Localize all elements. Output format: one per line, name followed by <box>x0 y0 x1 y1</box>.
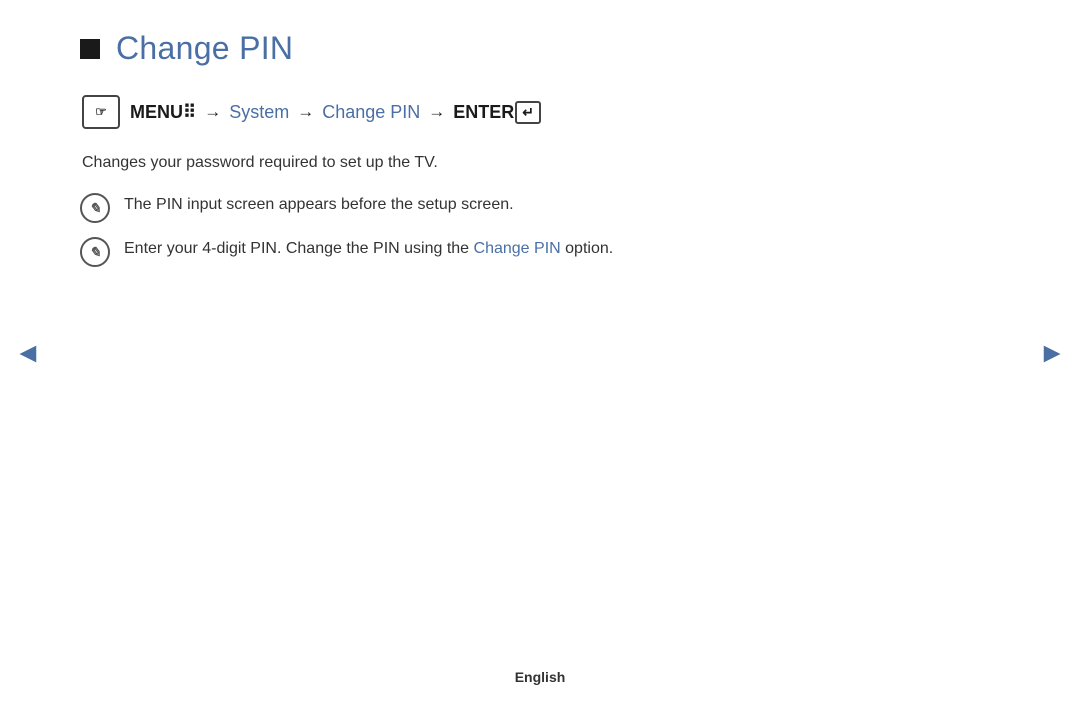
note-2-after: option. <box>561 240 613 257</box>
note-icon-2: ✎ <box>80 237 110 267</box>
note-text-1: The PIN input screen appears before the … <box>124 193 514 217</box>
note-row-1: ✎ The PIN input screen appears before th… <box>80 193 1000 223</box>
change-pin-nav-label: Change PIN <box>322 102 420 123</box>
system-label: System <box>229 102 289 123</box>
arrow-3: → <box>428 102 445 122</box>
enter-icon: ↵ <box>515 101 541 124</box>
page-title: Change PIN <box>116 30 293 67</box>
next-button[interactable]: ► <box>1038 337 1066 369</box>
nav-row: ☞ MENU ⠿ → System → Change PIN → ENTER ↵ <box>82 95 1000 129</box>
note-2-before: Enter your 4-digit PIN. Change the PIN u… <box>124 240 474 257</box>
note-icon-1: ✎ <box>80 193 110 223</box>
arrow-2: → <box>297 102 314 122</box>
note-icon-symbol-2: ✎ <box>89 244 101 261</box>
note-2-link: Change PIN <box>474 240 561 257</box>
description-text: Changes your password required to set up… <box>82 151 1000 175</box>
note-icon-symbol-1: ✎ <box>89 200 101 217</box>
prev-button[interactable]: ◄ <box>14 337 42 369</box>
enter-label: ENTER <box>453 102 514 123</box>
note-row-2: ✎ Enter your 4-digit PIN. Change the PIN… <box>80 237 1000 267</box>
note-text-2: Enter your 4-digit PIN. Change the PIN u… <box>124 237 613 261</box>
footer-language: English <box>515 669 566 685</box>
menu-bars: ⠿ <box>183 102 196 123</box>
menu-icon: ☞ <box>82 95 120 129</box>
arrow-1: → <box>204 102 221 122</box>
heading-row: Change PIN <box>80 30 1000 67</box>
main-content: Change PIN ☞ MENU ⠿ → System → Change PI… <box>0 0 1080 267</box>
menu-label: MENU <box>130 102 183 123</box>
bullet-square <box>80 39 100 59</box>
menu-icon-symbol: ☞ <box>95 104 107 120</box>
